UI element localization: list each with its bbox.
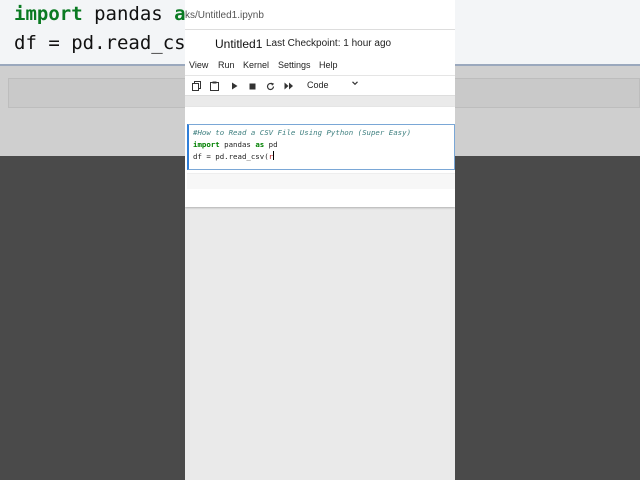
restart-icon[interactable]	[263, 79, 277, 93]
checkpoint-status: Last Checkpoint: 1 hour ago	[266, 38, 392, 49]
url-text[interactable]: ks/Untitled1.ipynb	[185, 10, 264, 21]
menu-run[interactable]: Run	[218, 60, 235, 70]
notebook-toolbar: Code	[185, 76, 455, 96]
text-cursor	[273, 151, 275, 160]
copy-icon[interactable]	[189, 79, 203, 93]
cell-type-select[interactable]: Code	[307, 80, 329, 90]
background-code-line-1: import pandas as	[14, 3, 197, 25]
menu-bar: View Run Kernel Settings Help	[185, 56, 455, 76]
code-cell-active[interactable]: #How to Read a CSV File Using Python (Su…	[187, 124, 455, 170]
address-bar[interactable]: ks/Untitled1.ipynb	[185, 0, 455, 30]
code-comment: #How to Read a CSV File Using Python (Su…	[193, 128, 412, 137]
menu-settings[interactable]: Settings	[278, 60, 311, 70]
jupyter-window: ks/Untitled1.ipynb Untitled1 Last Checkp…	[185, 0, 455, 480]
menu-kernel[interactable]: Kernel	[243, 60, 269, 70]
run-icon[interactable]	[227, 79, 241, 93]
stop-icon[interactable]	[245, 79, 259, 93]
run-all-icon[interactable]	[282, 79, 296, 93]
code-editor[interactable]: #How to Read a CSV File Using Python (Su…	[193, 127, 411, 163]
code-cell-empty[interactable]	[187, 173, 455, 189]
notebook-title[interactable]: Untitled1	[215, 37, 262, 51]
notebook-panel: #How to Read a CSV File Using Python (Su…	[185, 107, 455, 207]
chevron-down-icon[interactable]	[351, 79, 359, 89]
paste-icon[interactable]	[207, 79, 221, 93]
menu-help[interactable]: Help	[319, 60, 338, 70]
notebook-header: Untitled1 Last Checkpoint: 1 hour ago	[185, 30, 455, 56]
menu-view[interactable]: View	[189, 60, 208, 70]
